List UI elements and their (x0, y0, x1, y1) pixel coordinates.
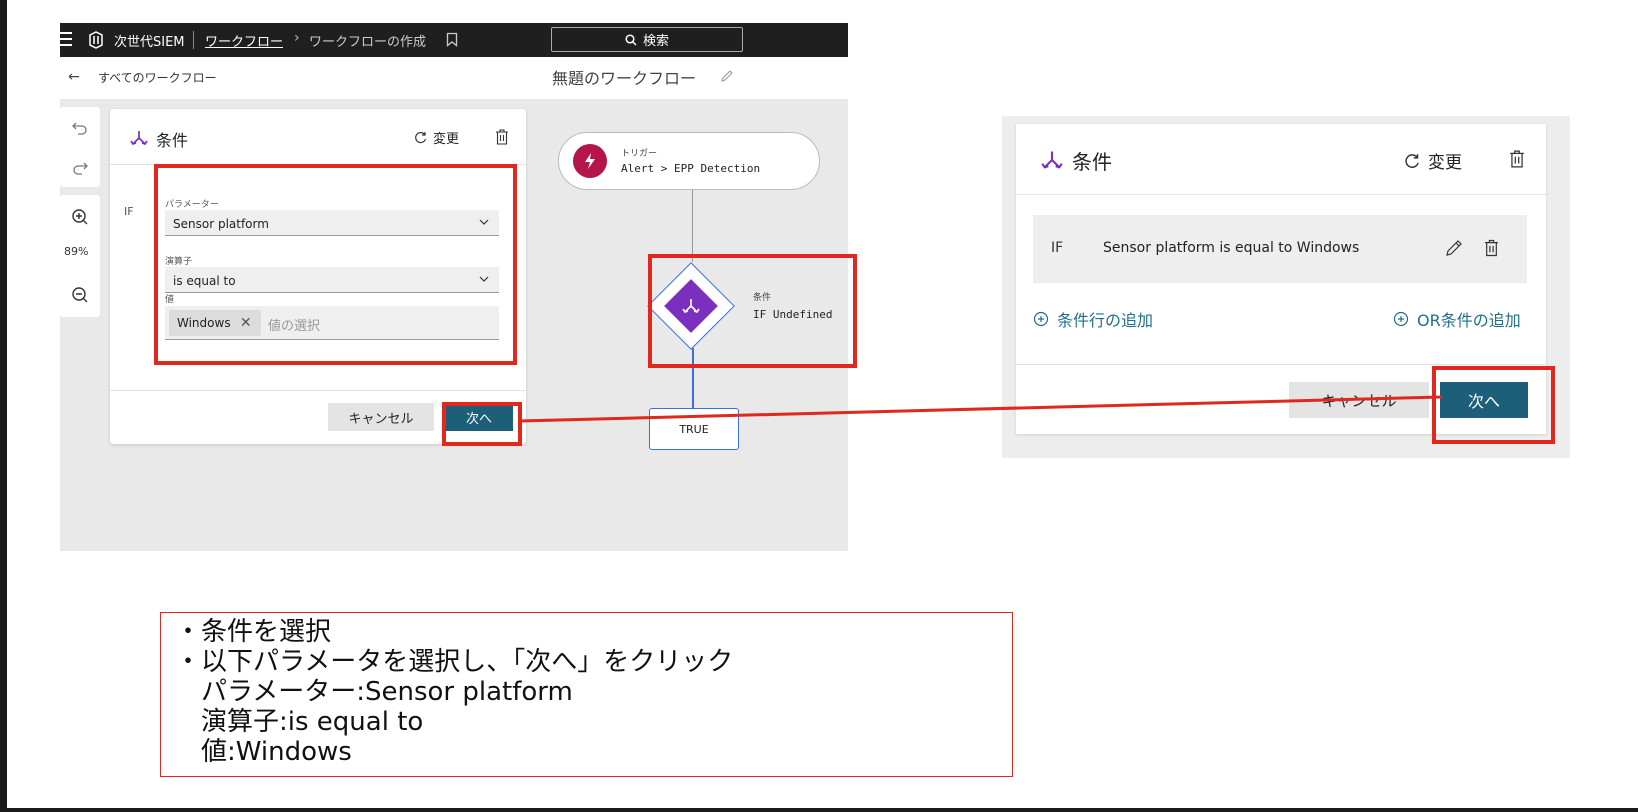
hamburger-menu-icon[interactable] (60, 32, 72, 47)
search-label: 検索 (642, 34, 669, 49)
breadcrumb-separator: › (294, 30, 300, 46)
condition-row: IF Sensor platform is equal to Windows (1033, 215, 1527, 283)
bookmark-icon[interactable] (446, 32, 458, 47)
if-label: IF (1051, 240, 1064, 256)
panel-footer-divider (1016, 364, 1546, 365)
add-row-label: 条件行の追加 (1057, 311, 1154, 330)
trigger-text: Alert > EPP Detection (621, 162, 761, 175)
workflow-title[interactable]: 無題のワークフロー (552, 65, 696, 89)
instruction-line: ・条件を選択 (175, 617, 332, 647)
change-button[interactable]: 変更 (414, 128, 459, 147)
change-button[interactable]: 変更 (1404, 148, 1462, 173)
app-name: 次世代SIEM (114, 35, 185, 50)
search-icon (625, 33, 637, 46)
add-or-condition-button[interactable]: OR条件の追加 (1393, 307, 1521, 331)
zoom-level: 89% (64, 245, 89, 258)
pencil-icon[interactable] (720, 69, 734, 83)
nav-divider (193, 31, 194, 49)
instruction-line: ・以下パラメータを選択し、「次へ」をクリック (175, 647, 734, 677)
lightning-icon (573, 144, 607, 178)
instruction-line: 演算子:is equal to (175, 707, 424, 737)
zoom-out-icon[interactable] (70, 285, 90, 305)
instruction-line: パラメーター:Sensor platform (175, 677, 573, 707)
instruction-note: ・条件を選択 ・以下パラメータを選択し、「次へ」をクリック パラメーター:Sen… (160, 612, 1013, 777)
condition-branch-icon (1041, 151, 1063, 169)
change-label: 変更 (433, 132, 460, 147)
plus-circle-icon (1393, 311, 1409, 327)
condition-branch-icon (130, 131, 148, 146)
true-node[interactable]: TRUE (649, 408, 739, 450)
redo-icon[interactable] (70, 157, 90, 177)
cancel-button[interactable]: キャンセル (1289, 382, 1429, 418)
panel-title: 条件 (1072, 150, 1112, 174)
connector-line (692, 190, 693, 262)
zoom-in-icon[interactable] (70, 207, 90, 227)
condition-summary: Sensor platform is equal to Windows (1103, 240, 1360, 256)
add-condition-row-button[interactable]: 条件行の追加 (1033, 307, 1153, 331)
highlight-condition-node-box (648, 254, 857, 368)
change-label: 変更 (1428, 153, 1462, 173)
back-arrow-icon[interactable]: ← (68, 69, 80, 85)
workflow-subheader: ← すべてのワークフロー 無題のワークフロー (60, 57, 848, 99)
trash-icon[interactable] (1509, 150, 1525, 168)
breadcrumb-workflows-link[interactable]: ワークフロー (205, 31, 283, 50)
all-workflows-link[interactable]: すべてのワークフロー (98, 69, 217, 86)
falcon-logo-icon (89, 31, 103, 49)
refresh-icon (415, 131, 427, 144)
panel-divider (1016, 194, 1546, 195)
pencil-icon[interactable] (1445, 239, 1463, 257)
panel-footer-divider (110, 390, 526, 391)
instruction-line: 値:Windows (175, 737, 352, 767)
if-label: IF (124, 205, 134, 218)
trash-icon[interactable] (495, 129, 509, 145)
highlight-parameters-box (154, 164, 517, 365)
trash-icon[interactable] (1484, 239, 1499, 257)
refresh-icon (1405, 153, 1419, 168)
undo-icon[interactable] (70, 117, 90, 137)
highlight-next-button-box (442, 402, 522, 446)
undo-redo-toolbox (60, 107, 100, 187)
frame-left-border (0, 0, 7, 812)
search-button[interactable]: 検索 (551, 27, 743, 52)
frame-bottom-border (0, 808, 1638, 812)
zoom-toolbox: 89% (60, 195, 100, 317)
cancel-button[interactable]: キャンセル (328, 403, 434, 431)
top-nav-bar: 次世代SIEM ワークフロー › ワークフローの作成 検索 (60, 23, 848, 57)
panel-title: 条件 (156, 131, 189, 150)
trigger-node[interactable]: トリガー Alert > EPP Detection (558, 132, 820, 190)
trigger-label: トリガー (621, 149, 658, 159)
add-or-label: OR条件の追加 (1417, 311, 1521, 330)
plus-circle-icon (1033, 311, 1049, 327)
breadcrumb-current: ワークフローの作成 (309, 35, 427, 50)
highlight-next-button-box (1432, 366, 1555, 444)
